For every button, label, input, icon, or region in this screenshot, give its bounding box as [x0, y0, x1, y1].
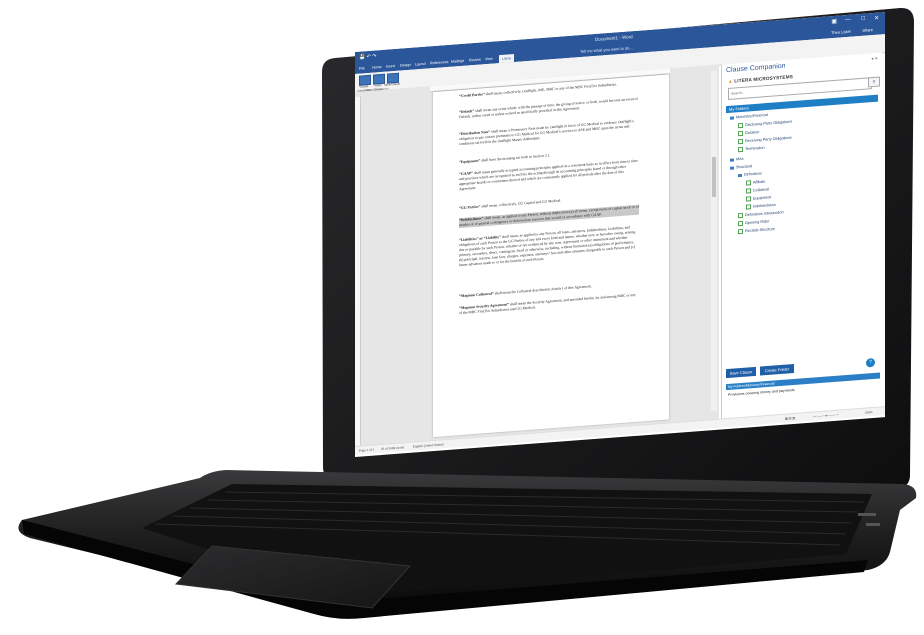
clause-icon — [746, 188, 751, 194]
clause-icon — [746, 180, 751, 186]
document-area: “Credit Parties” shall mean, collectivel… — [355, 64, 719, 454]
panel-title: Clause Companion — [726, 62, 786, 75]
folder-icon — [730, 166, 734, 170]
clause-icon — [738, 212, 743, 219]
laptop-illustration: 💾 ↶ ↷ Document1 - Word Tell me what you … — [0, 0, 924, 635]
zoom-slider[interactable]: — ────●──── + — [813, 413, 838, 419]
definition-paragraph: “Distribution Note” shall mean a Promiss… — [459, 119, 634, 147]
litera-logo: ▲ LITERA MICROSYSTEMS — [728, 74, 793, 84]
minimize-icon[interactable]: — — [845, 17, 851, 23]
folder-icon — [738, 173, 742, 177]
tab-design[interactable]: Design — [400, 63, 411, 68]
clause-icon — [746, 204, 751, 210]
tree-item-duration[interactable]: Duration — [738, 130, 759, 137]
help-icon[interactable]: ? — [866, 357, 875, 368]
tree-item-disclosing-party-obligations[interactable]: Disclosing Party Obligations — [738, 119, 792, 129]
folder-description: Provisions covering money and payments — [728, 387, 795, 397]
tree-item-structural[interactable]: Structural — [730, 164, 752, 170]
definition-paragraph: “Liabilities” or “Liability” shall mean,… — [459, 225, 636, 268]
folder-icon — [730, 116, 734, 120]
litera-logo-mark-icon: ▲ — [728, 78, 733, 84]
close-icon[interactable]: ✕ — [874, 15, 879, 22]
folder-icon — [730, 158, 734, 162]
tree-item-opening-rider[interactable]: Opening Rider — [738, 219, 769, 227]
tab-review[interactable]: Review — [469, 58, 481, 63]
screen: 💾 ↶ ↷ Document1 - Word Tell me what you … — [355, 12, 885, 457]
tab-mailings[interactable]: Mailings — [451, 59, 464, 64]
clause-icon — [738, 220, 743, 227]
quick-access-toolbar[interactable]: 💾 ↶ ↷ — [359, 53, 376, 60]
tree-item-receiving-party-obligations[interactable]: Receiving Party Obligations — [738, 135, 792, 145]
save-clause-button[interactable]: Save Clause — [726, 366, 756, 379]
maximize-icon[interactable]: □ — [861, 16, 865, 22]
tree-item-definitions[interactable]: Definitions — [738, 171, 762, 177]
definition-paragraph: “Default” shall mean any event which, wi… — [459, 96, 638, 120]
document-title: Document1 - Word — [595, 34, 633, 42]
clause-icon — [738, 122, 743, 129]
tree-item-monetary-financial[interactable]: Monetary/Financial — [730, 113, 768, 120]
language-indicator[interactable]: English (United States) — [413, 442, 444, 448]
clause-icon — [738, 138, 743, 145]
tab-layout[interactable]: Layout — [415, 62, 426, 67]
zoom-level[interactable]: 100% — [865, 410, 873, 415]
scrollbar-thumb[interactable] — [712, 156, 716, 198]
tree-item-indebtedness[interactable]: Indebtedness — [746, 202, 776, 210]
tree-item-misc[interactable]: Misc — [730, 157, 744, 162]
vertical-ruler[interactable] — [355, 96, 361, 447]
tab-insert[interactable]: Insert — [386, 64, 395, 69]
ribbon-display-icon[interactable]: ▣ — [831, 18, 837, 25]
tree-item-collateral[interactable]: Collateral — [746, 187, 769, 194]
clause-icon — [738, 130, 743, 137]
panel-close-icon[interactable]: ▾ ✕ — [872, 56, 878, 61]
search-icon[interactable]: ⚲ — [868, 76, 880, 88]
definition-paragraph: “GAAP” shall mean generally accepted acc… — [459, 158, 638, 192]
clause-icon — [738, 228, 743, 235]
tab-references[interactable]: References — [430, 60, 448, 65]
tab-home[interactable]: Home — [372, 65, 382, 70]
clause-companion-panel: Clause Companion ▾ ✕ ▲ LITERA MICROSYSTE… — [721, 52, 882, 419]
read-mode-icon[interactable]: ▦ ▤ ▧ — [785, 416, 795, 421]
page-count[interactable]: Page 1 of 1 — [359, 448, 374, 453]
clause-icon — [746, 196, 751, 202]
clause-icon — [738, 146, 743, 153]
tab-file[interactable]: File — [359, 66, 365, 70]
vertical-scrollbar[interactable] — [711, 70, 717, 412]
document-page[interactable]: “Credit Parties” shall mean, collectivel… — [433, 74, 669, 438]
tree-item-termination[interactable]: Termination — [738, 145, 765, 153]
create-folder-button[interactable]: Create Folder — [760, 363, 794, 376]
tree-item-definitions-introduction[interactable]: Definitions Introduction — [738, 210, 784, 219]
word-count[interactable]: 25 of 2409 words — [381, 445, 404, 451]
tree-item-equipment[interactable]: Equipment — [746, 195, 771, 202]
tab-view[interactable]: View — [485, 57, 493, 62]
tree-item-recitals-structure[interactable]: Recitals Structure — [738, 226, 775, 235]
tree-item-affiliate[interactable]: Affiliate — [746, 179, 765, 186]
